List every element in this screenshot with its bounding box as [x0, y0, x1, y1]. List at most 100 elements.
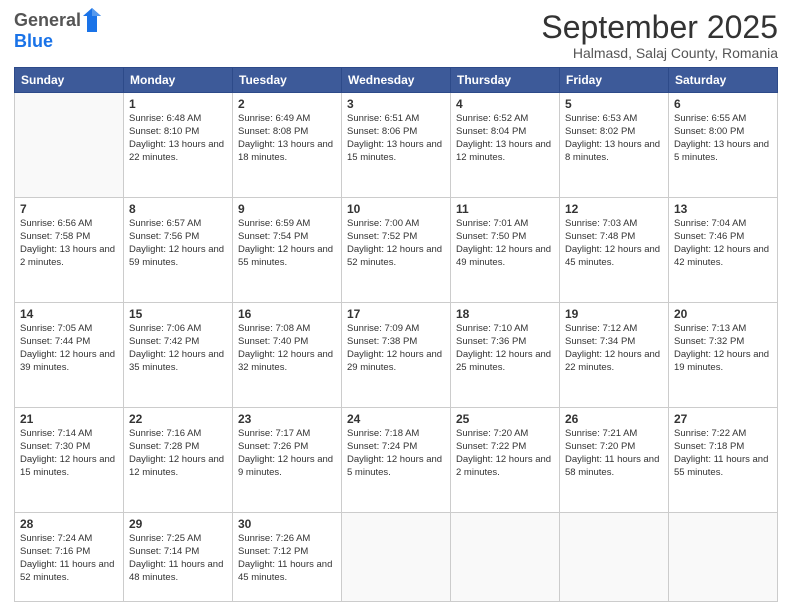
- sunrise-text: Sunrise: 7:08 AM: [238, 323, 310, 334]
- table-row: 15Sunrise: 7:06 AMSunset: 7:42 PMDayligh…: [124, 303, 233, 408]
- sunrise-text: Sunrise: 7:09 AM: [347, 323, 419, 334]
- day-number: 24: [347, 412, 445, 426]
- daylight-text: Daylight: 12 hours and 35 minutes.: [129, 349, 224, 373]
- sunrise-text: Sunrise: 6:56 AM: [20, 218, 92, 229]
- header-sunday: Sunday: [15, 68, 124, 93]
- sunrise-text: Sunrise: 7:12 AM: [565, 323, 637, 334]
- location-title: Halmasd, Salaj County, Romania: [541, 45, 778, 61]
- header-friday: Friday: [560, 68, 669, 93]
- table-row: 8Sunrise: 6:57 AMSunset: 7:56 PMDaylight…: [124, 198, 233, 303]
- day-number: 28: [20, 517, 118, 531]
- daylight-text: Daylight: 12 hours and 9 minutes.: [238, 454, 333, 478]
- table-row: 3Sunrise: 6:51 AMSunset: 8:06 PMDaylight…: [342, 93, 451, 198]
- header: General Blue September 2025 Halmasd, Sal…: [14, 10, 778, 61]
- sunrise-text: Sunrise: 7:26 AM: [238, 533, 310, 544]
- sunset-text: Sunset: 7:42 PM: [129, 336, 199, 347]
- sunset-text: Sunset: 7:18 PM: [674, 441, 744, 452]
- header-saturday: Saturday: [669, 68, 778, 93]
- day-number: 21: [20, 412, 118, 426]
- daylight-text: Daylight: 12 hours and 49 minutes.: [456, 244, 551, 268]
- table-row: [560, 513, 669, 602]
- sunset-text: Sunset: 7:30 PM: [20, 441, 90, 452]
- sunset-text: Sunset: 7:28 PM: [129, 441, 199, 452]
- sunrise-text: Sunrise: 7:18 AM: [347, 428, 419, 439]
- daylight-text: Daylight: 12 hours and 19 minutes.: [674, 349, 769, 373]
- day-number: 20: [674, 307, 772, 321]
- day-info: Sunrise: 6:52 AM Sunset: 8:04 PM Daylight:…: [456, 113, 554, 164]
- sunrise-text: Sunrise: 7:22 AM: [674, 428, 746, 439]
- sunrise-text: Sunrise: 6:49 AM: [238, 113, 310, 124]
- sunrise-text: Sunrise: 7:24 AM: [20, 533, 92, 544]
- daylight-text: Daylight: 12 hours and 22 minutes.: [565, 349, 660, 373]
- sunrise-text: Sunrise: 6:51 AM: [347, 113, 419, 124]
- day-info: Sunrise: 6:51 AMSunset: 8:06 PMDaylight:…: [347, 113, 445, 164]
- sunset-text: Sunset: 8:02 PM: [565, 126, 635, 137]
- sunset-text: Sunset: 7:24 PM: [347, 441, 417, 452]
- table-row: 18Sunrise: 7:10 AMSunset: 7:36 PMDayligh…: [451, 303, 560, 408]
- table-row: 9Sunrise: 6:59 AMSunset: 7:54 PMDaylight…: [233, 198, 342, 303]
- day-info: Sunrise: 6:59 AMSunset: 7:54 PMDaylight:…: [238, 218, 336, 269]
- day-number: 17: [347, 307, 445, 321]
- day-number: 3: [347, 97, 445, 111]
- daylight-text: Daylight: 13 hours and 5 minutes.: [674, 139, 769, 163]
- title-area: September 2025 Halmasd, Salaj County, Ro…: [541, 10, 778, 61]
- table-row: 21Sunrise: 7:14 AMSunset: 7:30 PMDayligh…: [15, 408, 124, 513]
- table-row: [669, 513, 778, 602]
- day-info: Sunrise: 7:17 AMSunset: 7:26 PMDaylight:…: [238, 428, 336, 479]
- logo-general: General: [14, 11, 81, 31]
- calendar-week-0: 1Sunrise: 6:48 AMSunset: 8:10 PMDaylight…: [15, 93, 778, 198]
- calendar-week-1: 7 Sunrise: 6:56 AM Sunset: 7:58 PM Daylight…: [15, 198, 778, 303]
- sunrise-text: Sunrise: 6:59 AM: [238, 218, 310, 229]
- sunrise-text: Sunrise: 7:25 AM: [129, 533, 201, 544]
- day-info: Sunrise: 7:25 AMSunset: 7:14 PMDaylight:…: [129, 533, 227, 584]
- daylight-text: Daylight: 13 hours and 12 minutes.: [456, 139, 551, 163]
- day-number: 10: [347, 202, 445, 216]
- sunset-text: Sunset: 7:58 PM: [20, 231, 90, 242]
- day-number: 16: [238, 307, 336, 321]
- table-row: 1Sunrise: 6:48 AMSunset: 8:10 PMDaylight…: [124, 93, 233, 198]
- day-info: Sunrise: 7:05 AMSunset: 7:44 PMDaylight:…: [20, 323, 118, 374]
- sunrise-text: Sunrise: 7:05 AM: [20, 323, 92, 334]
- day-number: 26: [565, 412, 663, 426]
- sunset-text: Sunset: 7:56 PM: [129, 231, 199, 242]
- sunrise-text: Sunrise: 6:57 AM: [129, 218, 201, 229]
- daylight-text: Daylight: 11 hours and 52 minutes.: [20, 559, 114, 583]
- day-info: Sunrise: 6:53 AMSunset: 8:02 PMDaylight:…: [565, 113, 663, 164]
- day-number: 23: [238, 412, 336, 426]
- sunset-text: Sunset: 7:36 PM: [456, 336, 526, 347]
- sunset-text: Sunset: 8:04 PM: [456, 126, 526, 137]
- sunrise-text: Sunrise: 7:06 AM: [129, 323, 201, 334]
- day-info: Sunrise: 7:16 AMSunset: 7:28 PMDaylight:…: [129, 428, 227, 479]
- table-row: 17Sunrise: 7:09 AMSunset: 7:38 PMDayligh…: [342, 303, 451, 408]
- sunrise-text: Sunrise: 7:01 AM: [456, 218, 528, 229]
- day-info: Sunrise: 6:49 AMSunset: 8:08 PMDaylight:…: [238, 113, 336, 164]
- day-info: Sunrise: 6:56 AMSunset: 7:58 PMDaylight:…: [20, 218, 118, 269]
- table-row: 10Sunrise: 7:00 AMSunset: 7:52 PMDayligh…: [342, 198, 451, 303]
- table-row: 5Sunrise: 6:53 AMSunset: 8:02 PMDaylight…: [560, 93, 669, 198]
- table-row: 29Sunrise: 7:25 AMSunset: 7:14 PMDayligh…: [124, 513, 233, 602]
- daylight-text: Daylight: 12 hours and 2 minutes.: [456, 454, 551, 478]
- day-info: Sunrise: 7:21 AMSunset: 7:20 PMDaylight:…: [565, 428, 663, 479]
- day-info: Sunrise: 7:01 AMSunset: 7:50 PMDaylight:…: [456, 218, 554, 269]
- sunrise-text: Sunrise: 6:55 AM: [674, 113, 746, 124]
- sunset-text: Sunset: 7:26 PM: [238, 441, 308, 452]
- table-row: 24Sunrise: 7:18 AMSunset: 7:24 PMDayligh…: [342, 408, 451, 513]
- day-number: 7: [20, 202, 118, 216]
- daylight-text: Daylight: 12 hours and 42 minutes.: [674, 244, 769, 268]
- sunset-text: Sunset: 7:14 PM: [129, 546, 199, 557]
- sunset-text: Sunset: 8:06 PM: [347, 126, 417, 137]
- calendar-week-3: 21Sunrise: 7:14 AMSunset: 7:30 PMDayligh…: [15, 408, 778, 513]
- table-row: 7Sunrise: 6:56 AMSunset: 7:58 PMDaylight…: [15, 198, 124, 303]
- table-row: [451, 513, 560, 602]
- day-info: Sunrise: 7:13 AMSunset: 7:32 PMDaylight:…: [674, 323, 772, 374]
- daylight-text: Daylight: 11 hours and 55 minutes.: [674, 454, 768, 478]
- day-number: 8: [129, 202, 227, 216]
- day-info: Sunrise: 7:08 AMSunset: 7:40 PMDaylight:…: [238, 323, 336, 374]
- daylight-text: Daylight: 12 hours and 39 minutes.: [20, 349, 115, 373]
- day-info: Sunrise: 7:06 AM Sunset: 7:42 PM Daylight:…: [129, 323, 227, 374]
- sunrise-text: Sunrise: 6:52 AM: [456, 113, 528, 124]
- sunset-text: Sunset: 7:48 PM: [565, 231, 635, 242]
- sunrise-text: Sunrise: 7:03 AM: [565, 218, 637, 229]
- sunset-text: Sunset: 7:16 PM: [20, 546, 90, 557]
- table-row: 20 Sunrise: 7:13 AMSunset: 7:32 PMDayligh…: [669, 303, 778, 408]
